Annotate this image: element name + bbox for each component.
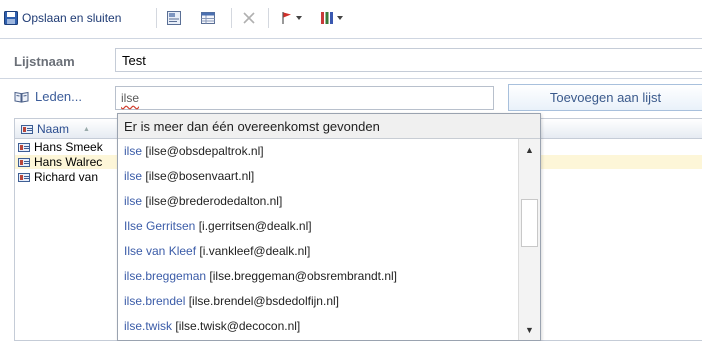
flag-dropdown-button[interactable] — [276, 7, 306, 29]
scroll-down-arrow-icon[interactable]: ▼ — [520, 321, 539, 338]
autocomplete-option[interactable]: ilse [ilse@obsdepaltrok.nl] — [118, 140, 518, 162]
name-column-label: Naam — [37, 122, 70, 136]
option-name: ilse.breggeman — [124, 269, 207, 283]
contact-card-icon — [18, 142, 30, 152]
autocomplete-option[interactable]: ilse [ilse@brederodedalton.nl] — [118, 190, 518, 212]
autocomplete-option[interactable]: Ilse van Kleef [i.vankleef@dealk.nl] — [118, 240, 518, 262]
option-name: Ilse Gerritsen — [124, 219, 196, 233]
toolbar-separator — [156, 8, 157, 28]
option-name: ilse — [124, 169, 143, 183]
option-email: [ilse.brendel@bsdedolfijn.nl] — [188, 294, 339, 308]
flag-icon — [281, 12, 291, 24]
option-email: [ilse@brederodedalton.nl] — [145, 194, 283, 208]
sort-ascending-icon: ▲ — [83, 125, 90, 133]
grid-icon — [201, 12, 215, 24]
toolbar: Opslaan en sluiten — [0, 0, 702, 38]
list-item-name: Richard van — [34, 170, 99, 184]
save-and-close-button[interactable]: Opslaan en sluiten — [4, 9, 121, 27]
option-email: [ilse.twisk@decocon.nl] — [175, 319, 301, 333]
save-and-close-label: Opslaan en sluiten — [22, 11, 122, 25]
autocomplete-dropdown: Er is meer dan één overeenkomst gevonden… — [117, 113, 541, 341]
name-column-header[interactable]: Naam ▲ — [18, 122, 90, 136]
contact-card-icon — [21, 124, 33, 134]
address-book-button[interactable] — [163, 7, 185, 29]
scrollbar-thumb[interactable] — [521, 199, 538, 247]
members-input[interactable]: ilse — [115, 86, 494, 110]
dropdown-scrollbar[interactable]: ▲ ▼ — [518, 139, 540, 340]
members-button[interactable]: Leden... — [14, 89, 82, 104]
address-book-icon — [167, 11, 181, 25]
book-icon — [14, 91, 29, 103]
list-name-label: Lijstnaam — [14, 54, 75, 69]
option-email: [ilse.breggeman@obsrembrandt.nl] — [209, 269, 398, 283]
contact-card-icon — [18, 172, 30, 182]
list-item-name: Hans Smeek — [34, 140, 103, 154]
autocomplete-option[interactable]: Ilse Gerritsen [i.gerritsen@dealk.nl] — [118, 215, 518, 237]
delete-button[interactable] — [238, 7, 260, 29]
columns-icon — [320, 12, 333, 24]
toolbar-divider — [0, 38, 702, 39]
option-name: Ilse van Kleef — [124, 244, 197, 258]
list-item-name: Hans Walrec — [34, 155, 103, 169]
autocomplete-option[interactable]: ilse.twisk [ilse.twisk@decocon.nl] — [118, 315, 518, 337]
autocomplete-option[interactable]: ilse [ilse@bosenvaart.nl] — [118, 165, 518, 187]
autocomplete-option[interactable]: ilse.brendel [ilse.brendel@bsdedolfijn.n… — [118, 290, 518, 312]
scroll-up-arrow-icon[interactable]: ▲ — [520, 141, 539, 158]
chevron-down-icon — [295, 16, 302, 20]
contact-card-icon — [18, 157, 30, 167]
option-email: [ilse@bosenvaart.nl] — [145, 169, 255, 183]
toolbar-separator — [231, 8, 232, 28]
autocomplete-header: Er is meer dan één overeenkomst gevonden — [118, 114, 540, 139]
members-label: Leden... — [35, 89, 82, 104]
chevron-down-icon — [336, 16, 343, 20]
delete-icon — [243, 12, 255, 24]
option-name: ilse.brendel — [124, 294, 186, 308]
toolbar-separator — [268, 8, 269, 28]
add-to-list-button[interactable]: Toevoegen aan lijst — [508, 84, 702, 111]
option-email: [i.vankleef@dealk.nl] — [199, 244, 311, 258]
option-email: [ilse@obsdepaltrok.nl] — [145, 144, 264, 158]
option-email: [i.gerritsen@dealk.nl] — [198, 219, 312, 233]
list-name-input[interactable]: Test — [115, 48, 702, 72]
section-divider — [0, 78, 702, 79]
grid-button[interactable] — [197, 7, 219, 29]
save-icon — [4, 11, 18, 25]
autocomplete-option[interactable]: ilse.breggeman [ilse.breggeman@obsrembra… — [118, 265, 518, 287]
option-name: ilse — [124, 144, 143, 158]
option-name: ilse — [124, 194, 143, 208]
option-name: ilse.twisk — [124, 319, 173, 333]
columns-dropdown-button[interactable] — [316, 7, 346, 29]
